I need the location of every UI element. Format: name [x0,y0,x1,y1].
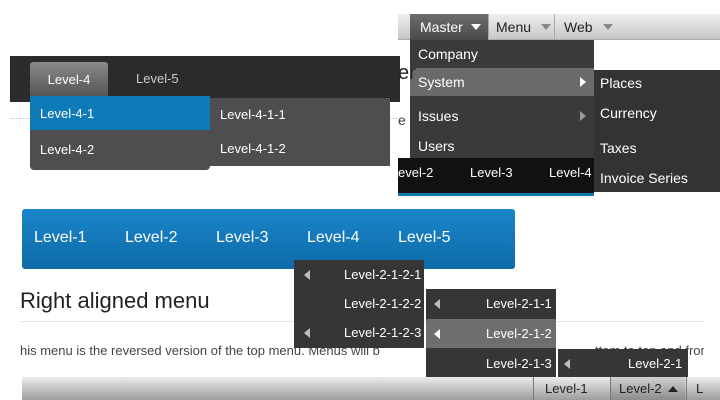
chevron-left-icon [564,359,570,369]
submenu-item-level-2-1-2[interactable]: Level-2-1-2 [426,319,556,348]
system-submenu: Places Currency Taxes Invoice Series [594,70,720,192]
master-dropdown: Company System Issues Users [410,40,594,162]
menu-menu-label: Menu [496,19,532,35]
partial-text: e [398,112,406,128]
dropdown-item-level-4-2[interactable]: Level-4-2 [30,132,210,166]
strip-item[interactable]: evel-2 [398,165,433,180]
level-2-1-2-submenu: Level-2-1-2-1 Level-2-1-2-2 Level-2-1-2-… [294,260,424,348]
submenu-item-places[interactable]: Places [600,75,642,91]
menu-divider [533,377,534,400]
menu-menu[interactable]: Menu [496,14,552,40]
chevron-down-icon [541,24,552,30]
menu-web-label: Web [564,19,593,35]
level-2-1-submenu: Level-2-1-1 Level-2-1-2 Level-2-1-3 [426,289,556,377]
chevron-up-icon [667,385,678,392]
submenu-item-level-2-1-3[interactable]: Level-2-1-3 [426,349,556,378]
submenu-item-invoice-series[interactable]: Invoice Series [600,170,688,186]
dropdown-item-company[interactable]: Company [410,40,594,68]
submenu-item-level-4-1-2[interactable]: Level-4-1-2 [220,141,286,156]
chevron-right-icon [580,77,586,87]
submenu-item-label: Level-2-1-3 [486,356,552,371]
chevron-left-icon [304,270,310,280]
level-4-1-submenu: Level-4-1-1 Level-4-1-2 [210,98,390,166]
dropdown-item-users[interactable]: Users [410,132,594,160]
bottom-item-level-2[interactable]: Level-2 [611,377,685,400]
nav-item-level-2[interactable]: Level-2 [125,229,177,247]
dropdown-item-label: Level-4-1 [40,105,95,121]
menu-web[interactable]: Web [564,14,613,40]
top-menubar: Master Menu Web [398,14,720,40]
submenu-item-level-2-1[interactable]: Level-2-1 [628,356,682,371]
bottom-item-level-1[interactable]: Level-1 [545,377,588,400]
submenu-item-label: Level-2-1-1 [486,296,552,311]
dropdown-item-label: System [418,74,465,90]
nav-item-level-1[interactable]: Level-1 [34,229,86,247]
chevron-left-icon [434,329,440,339]
submenu-item-taxes[interactable]: Taxes [600,140,637,156]
submenu-item-level-4-1-1[interactable]: Level-4-1-1 [220,107,286,122]
submenu-item-level-2-1-2-2[interactable]: Level-2-1-2-2 [294,289,424,318]
level-2-submenu: Level-2-1 [558,349,688,379]
bottom-item-partial[interactable]: L [696,377,703,400]
submenu-item-label: Level-2-1-2-3 [344,325,422,340]
strip-item[interactable]: Level-4 [549,165,592,180]
nav-item-level-4[interactable]: Level-4 [307,229,359,247]
chevron-left-icon [434,299,440,309]
dark-menu-strip: evel-2 Level-3 Level-4 [398,158,594,196]
dropdown-item-issues[interactable]: Issues [410,102,594,130]
chevron-down-icon [470,24,481,30]
dropdown-item-level-4-1[interactable]: Level-4-1 [30,96,210,130]
bottom-item-level-2-label: Level-2 [619,381,662,396]
submenu-item-label: Level-2-1-2-1 [344,267,422,282]
tab-level-4[interactable]: Level-4 [30,62,108,96]
chevron-down-icon [602,24,613,30]
nav-item-level-3[interactable]: Level-3 [216,229,268,247]
submenu-item-currency[interactable]: Currency [600,105,657,121]
submenu-item-label: Level-2-1-2-2 [344,296,422,311]
dropdown-item-system[interactable]: System [410,68,594,96]
page-title: Right aligned menu [20,288,210,313]
submenu-item-level-2-1-2-1[interactable]: Level-2-1-2-1 [294,260,424,289]
strip-item[interactable]: Level-3 [470,165,513,180]
partial-heading: er [398,62,416,84]
dropdown-item-label: Issues [418,108,459,124]
dropdown-item-label: Level-4-2 [40,141,95,157]
menu-master[interactable]: Master [410,14,488,40]
menu-master-label: Master [420,19,463,35]
chevron-right-icon [580,111,586,121]
chevron-left-icon [304,328,310,338]
submenu-item-level-2-1-1[interactable]: Level-2-1-1 [426,289,556,318]
menu-divider [686,377,687,400]
dropdown-item-label: Users [418,138,455,154]
dropdown-item-label: Company [418,46,478,62]
submenu-item-level-2-1-2-3[interactable]: Level-2-1-2-3 [294,318,424,347]
submenu-item-label: Level-2-1-2 [486,326,552,341]
tab-level-5[interactable]: Level-5 [136,71,179,86]
menu-divider [554,14,555,40]
level-4-dropdown: Level-4-1 Level-4-2 [30,96,210,170]
nav-item-level-5[interactable]: Level-5 [398,229,450,247]
menu-divider [488,14,489,40]
